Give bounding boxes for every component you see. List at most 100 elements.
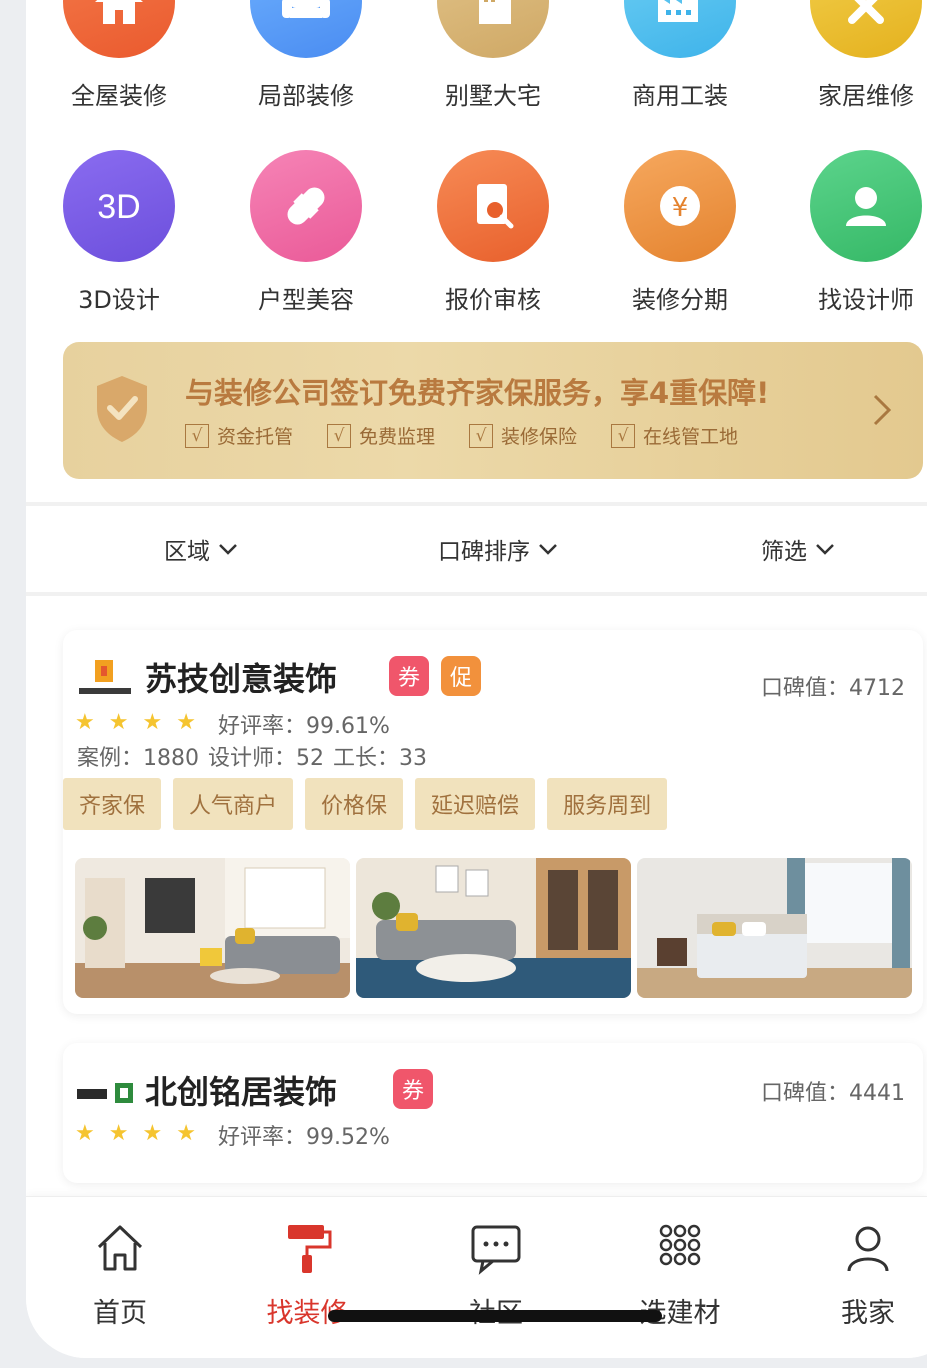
- check-item: √ 资金托管: [185, 422, 293, 449]
- category-label: 3D设计: [78, 286, 160, 314]
- star-rating: ★ ★ ★ ★: [75, 710, 196, 735]
- company-name: 苏技创意装饰: [145, 660, 338, 698]
- tag: 延迟赔偿: [415, 778, 536, 830]
- filter-bar: 区域 口碑排序 筛选: [26, 506, 927, 592]
- category-partial[interactable]: 局部装修: [216, 0, 396, 111]
- grid-dots-icon: [659, 1224, 701, 1266]
- category-label: 别墅大宅: [445, 82, 541, 110]
- villa-building-icon: [437, 0, 549, 58]
- bandage-icon: [250, 150, 362, 262]
- star-icon: ★: [108, 710, 129, 735]
- chevron-down-icon: [539, 544, 557, 555]
- star-rating: ★ ★ ★ ★: [75, 1121, 196, 1146]
- svg-text:¥: ¥: [672, 193, 689, 223]
- paint-roller-icon: [288, 1225, 332, 1273]
- filter-reputation-sort[interactable]: 口碑排序: [438, 532, 558, 566]
- category-label: 报价审核: [445, 286, 541, 314]
- star-icon: ★: [108, 1121, 129, 1146]
- armchair-icon: [250, 0, 362, 58]
- yen-coin-icon: ¥: [624, 150, 736, 262]
- checkbox-icon: √: [469, 423, 494, 448]
- hammer-wrench-icon: [810, 0, 922, 58]
- filter-region[interactable]: 区域: [164, 532, 238, 566]
- house-icon: [63, 0, 175, 58]
- banner-checklist: √ 资金托管 √ 免费监理 √ 装修保险 √ 在线管工地: [185, 422, 738, 449]
- checkbox-icon: √: [611, 423, 636, 448]
- tab-label: 我家: [841, 1298, 895, 1329]
- tag: 价格保: [305, 778, 404, 830]
- tab-home[interactable]: 首页: [50, 1219, 190, 1330]
- check-item: √ 免费监理: [327, 422, 435, 449]
- category-installment[interactable]: ¥ 装修分期: [590, 150, 770, 315]
- home-icon: [97, 1225, 143, 1271]
- category-repair[interactable]: 家居维修: [776, 0, 927, 111]
- company-card[interactable]: 苏技创意装饰 券 促 口碑值：4712 ★ ★ ★ ★ 好评率：99.61% 案…: [63, 630, 923, 1014]
- person-icon: [810, 150, 922, 262]
- category-label: 商用工装: [632, 82, 728, 110]
- star-icon: ★: [176, 710, 196, 735]
- category-whole-house[interactable]: 全屋装修: [29, 0, 209, 111]
- tab-label: 首页: [93, 1298, 147, 1329]
- svg-text:3D: 3D: [97, 188, 140, 226]
- case-photo-lounge[interactable]: [356, 858, 631, 998]
- checkbox-icon: √: [185, 423, 209, 448]
- category-label: 户型美容: [258, 286, 354, 314]
- category-villa[interactable]: 别墅大宅: [403, 0, 583, 111]
- company-logo: [79, 660, 131, 694]
- category-layout-beauty[interactable]: 户型美容: [216, 150, 396, 315]
- shield-check-icon: [97, 376, 147, 442]
- user-icon: [847, 1226, 889, 1272]
- category-3d-design[interactable]: 3D 3D设计: [29, 150, 209, 315]
- category-grid: 全屋装修 局部装修 别墅大宅 商用工装 家居维修 3D 3D设计 户型美容 报价…: [26, 0, 927, 350]
- chat-icon: [471, 1225, 521, 1275]
- tag: 服务周到: [547, 778, 668, 830]
- tab-my-home[interactable]: 我家: [798, 1219, 927, 1330]
- 3d-icon: 3D: [63, 150, 175, 262]
- coupon-badge: 券: [389, 656, 429, 696]
- category-commercial[interactable]: 商用工装: [590, 0, 770, 111]
- company-card[interactable]: 北创铭居装饰 券 口碑值：4441 ★ ★ ★ ★ 好评率：99.52%: [63, 1043, 923, 1183]
- home-indicator[interactable]: [328, 1310, 662, 1322]
- category-find-designer[interactable]: 找设计师: [776, 150, 927, 315]
- promo-badge: 促: [441, 656, 481, 696]
- coupon-badge: 券: [393, 1069, 433, 1109]
- case-photos: [75, 858, 912, 998]
- star-icon: ★: [142, 710, 163, 735]
- tag-list: 齐家保 人气商户 价格保 延迟赔偿 服务周到: [63, 778, 668, 830]
- company-logo: [77, 1083, 133, 1103]
- guarantee-banner[interactable]: 与装修公司签订免费齐家保服务，享4重保障! √ 资金托管 √ 免费监理 √ 装修保险 …: [63, 342, 923, 479]
- category-label: 装修分期: [632, 286, 728, 314]
- chevron-down-icon: [816, 544, 834, 555]
- case-photo-bedroom[interactable]: [637, 858, 912, 998]
- company-stats: 案例：1880 设计师：52 工长：33: [77, 746, 427, 771]
- check-item: √ 在线管工地: [611, 422, 738, 449]
- star-icon: ★: [142, 1121, 163, 1146]
- category-label: 全屋装修: [71, 82, 167, 110]
- chevron-down-icon: [219, 544, 237, 555]
- divider: [26, 592, 927, 596]
- category-label: 家居维修: [818, 82, 914, 110]
- tag: 人气商户: [173, 778, 294, 830]
- reputation-score: 口碑值：4712: [761, 676, 905, 701]
- star-icon: ★: [75, 710, 95, 735]
- phone-screen: 全屋装修 局部装修 别墅大宅 商用工装 家居维修 3D 3D设计 户型美容 报价…: [26, 0, 927, 1358]
- category-label: 局部装修: [258, 82, 354, 110]
- document-search-icon: [437, 150, 549, 262]
- category-label: 找设计师: [818, 286, 914, 314]
- reputation-score: 口碑值：4441: [761, 1081, 905, 1106]
- bottom-tab-bar: 首页 找装修 社区: [26, 1196, 927, 1358]
- star-icon: ★: [176, 1121, 196, 1146]
- positive-rate: 好评率：99.61%: [218, 714, 390, 739]
- company-name: 北创铭居装饰: [145, 1073, 338, 1111]
- positive-rate: 好评率：99.52%: [218, 1125, 390, 1150]
- factory-icon: [624, 0, 736, 58]
- category-quote-review[interactable]: 报价审核: [403, 150, 583, 315]
- tag: 齐家保: [63, 778, 162, 830]
- case-photo-living-room[interactable]: [75, 858, 350, 998]
- banner-title: 与装修公司签订免费齐家保服务，享4重保障!: [185, 376, 770, 410]
- check-item: √ 装修保险: [469, 422, 577, 449]
- star-icon: ★: [75, 1121, 95, 1146]
- filter-screen[interactable]: 筛选: [761, 532, 835, 566]
- checkbox-icon: √: [327, 423, 352, 448]
- chevron-right-icon: [873, 394, 892, 426]
